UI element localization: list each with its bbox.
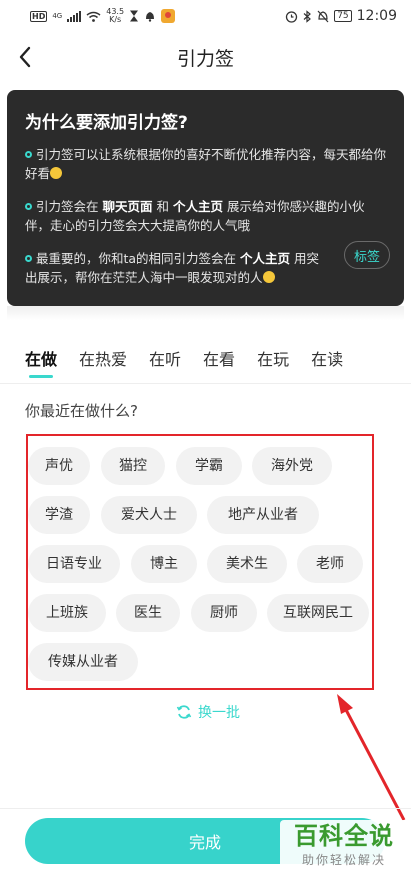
watermark-title: 百科全说 <box>294 822 394 850</box>
watermark-logo: 百科全说 助你轻松解决 <box>280 820 408 876</box>
hourglass-icon <box>130 10 139 22</box>
info-item-3-bold-profile: 个人主页 <box>240 251 291 266</box>
page-title: 引力签 <box>176 47 234 70</box>
clock: 12:09 <box>356 8 397 24</box>
tab-loving[interactable]: 在热爱 <box>79 342 127 378</box>
tab-doing[interactable]: 在做 <box>25 342 57 378</box>
info-item-1-text: 引力签可以让系统根据你的喜好不断优化推荐内容，每天都给你好看 <box>25 147 387 181</box>
app-avatar-icon <box>161 9 176 23</box>
back-button[interactable] <box>8 40 42 74</box>
bullet-ring-icon <box>25 151 32 158</box>
smile-emoji-icon <box>50 167 63 179</box>
signal-icon <box>67 10 82 22</box>
bullet-ring-icon <box>25 255 32 262</box>
chevron-left-icon <box>19 46 31 68</box>
info-item-3: 最重要的，你和ta的相同引力签会在 个人主页 用突出展示，帮你在茫茫人海中一眼发… <box>25 249 388 287</box>
bullet-ring-icon <box>25 203 32 210</box>
tag-badge: 标签 <box>344 241 390 269</box>
info-card: 为什么要添加引力签? 引力签可以让系统根据你的喜好不断优化推荐内容，每天都给你好… <box>7 90 404 306</box>
refresh-button[interactable]: 换一批 <box>176 702 240 722</box>
tab-listening[interactable]: 在听 <box>149 342 181 378</box>
status-bar: HD 4G 43.5 K/s 75 12:09 <box>0 0 411 32</box>
category-tabs: 在做 在热爱 在听 在看 在玩 在读 <box>0 342 411 382</box>
red-highlight-box <box>26 434 374 690</box>
status-right: 75 12:09 <box>285 8 397 24</box>
info-item-2: 引力签会在 聊天页面 和 个人主页 展示给对你感兴趣的小伙伴，走心的引力签会大大… <box>25 197 388 235</box>
info-item-2-bold-profile: 个人主页 <box>172 199 223 214</box>
mute-icon <box>317 10 329 22</box>
battery-level: 75 <box>334 10 352 22</box>
grin-emoji-icon <box>262 271 275 283</box>
tabs-divider <box>0 383 411 384</box>
wifi-icon <box>86 11 101 22</box>
info-item-2-text-c: 和 <box>152 199 173 214</box>
network-type: 4G <box>52 12 63 20</box>
status-left: HD 4G 43.5 K/s <box>30 7 176 24</box>
info-item-3-text-a: 最重要的，你和ta的相同引力签会在 <box>36 251 241 266</box>
section-question: 你最近在做什么? <box>25 402 138 420</box>
alarm-icon <box>286 10 298 23</box>
bottom-divider <box>0 808 411 809</box>
info-card-title: 为什么要添加引力签? <box>25 113 188 133</box>
bluetooth-icon <box>303 9 312 23</box>
hd-indicator: HD <box>30 10 48 22</box>
tab-playing[interactable]: 在玩 <box>257 342 289 378</box>
tab-watching[interactable]: 在看 <box>203 342 235 378</box>
network-speed: 43.5 K/s <box>106 7 125 24</box>
refresh-icon <box>176 705 192 719</box>
info-item-2-text-a: 引力签会在 <box>36 199 103 214</box>
notification-bell-icon <box>146 12 155 22</box>
card-shadow <box>7 306 404 320</box>
nav-bar: 引力签 <box>0 34 411 80</box>
info-item-1: 引力签可以让系统根据你的喜好不断优化推荐内容，每天都给你好看 <box>25 145 388 183</box>
tab-reading[interactable]: 在读 <box>311 342 343 378</box>
watermark-subtitle: 助你轻松解决 <box>301 853 386 867</box>
info-item-2-bold-chat: 聊天页面 <box>102 199 153 214</box>
refresh-label: 换一批 <box>198 705 240 721</box>
